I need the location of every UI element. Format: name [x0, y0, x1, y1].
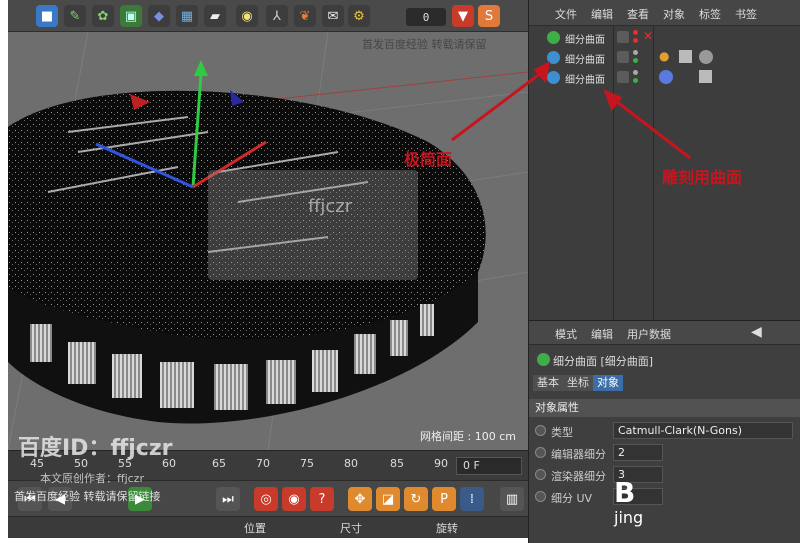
watermark-corner-logo: B — [614, 476, 636, 509]
watermark-baidu-id: 百度ID：ffjczr — [18, 436, 173, 461]
annotation-sculpt-surface: 雕刻用曲面 — [662, 168, 743, 187]
watermark-top: 首发百度经验 转载请保留 — [362, 38, 487, 51]
watermark-author: 本文原创作者：ffjczr — [40, 472, 144, 485]
watermark-corner-text: jing — [614, 508, 644, 527]
watermark-center-id: ffjczr — [308, 196, 353, 217]
watermark-publish: 首发百度经验 转载请保留链接 — [14, 490, 161, 503]
annotation-simple-surface: 极简面 — [404, 150, 453, 169]
